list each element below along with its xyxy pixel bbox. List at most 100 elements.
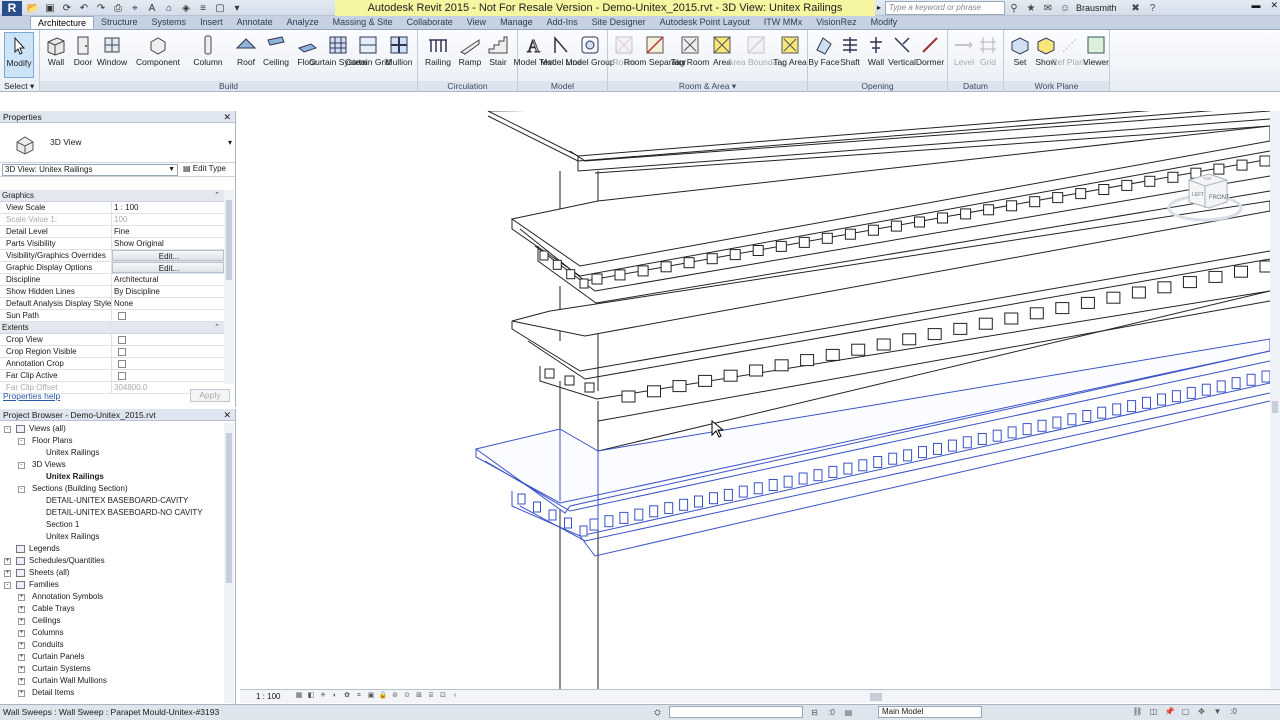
detail-level-icon[interactable]: ▦: [294, 691, 304, 701]
tab-structure[interactable]: Structure: [94, 16, 145, 29]
exchange-icon[interactable]: ✖: [1130, 2, 1142, 14]
edit-type-button[interactable]: ▤ Edit Type: [183, 164, 226, 173]
select-by-face-icon[interactable]: ▢: [1180, 706, 1191, 717]
close-hidden-icon[interactable]: ▢: [213, 2, 227, 15]
tree-item[interactable]: Unitex Railings: [0, 471, 224, 483]
user-icon[interactable]: ☺: [1059, 2, 1071, 14]
tree-item[interactable]: + Ceilings: [0, 615, 224, 627]
expand-icon[interactable]: +: [18, 606, 25, 613]
drag-elements-icon[interactable]: ✥: [1196, 706, 1207, 717]
visual-style-icon[interactable]: ◧: [306, 691, 316, 701]
highlight-displacement-icon[interactable]: ⌸: [426, 691, 436, 701]
floor-button[interactable]: Floor: [291, 32, 323, 78]
design-options-icon[interactable]: ▤: [843, 707, 854, 718]
open-icon[interactable]: 📂: [26, 2, 40, 15]
tree-item[interactable]: - Families: [0, 579, 224, 591]
tab-systems[interactable]: Systems: [145, 16, 194, 29]
reveal-hidden-icon[interactable]: ⊙: [402, 691, 412, 701]
tree-item[interactable]: + Detail Items: [0, 687, 224, 699]
curtain-grid-button[interactable]: Curtain Grid: [345, 32, 391, 78]
properties-scrollbar[interactable]: [224, 190, 234, 384]
properties-help-link[interactable]: Properties help: [3, 391, 60, 401]
tab-itw-mmx[interactable]: ITW MMx: [757, 16, 810, 29]
edit-button[interactable]: Edit...: [112, 250, 224, 261]
undo-icon[interactable]: ↶: [77, 2, 91, 15]
room-area-group-title[interactable]: Room & Area ▾: [608, 81, 807, 91]
filter-icon[interactable]: ▼: [1212, 706, 1223, 717]
checkbox[interactable]: [118, 336, 126, 344]
tree-item[interactable]: + Sheets (all): [0, 567, 224, 579]
viewer-button[interactable]: Viewer: [1080, 32, 1112, 78]
collapse-icon[interactable]: -: [18, 462, 25, 469]
tree-item[interactable]: + Curtain Wall Mullions: [0, 675, 224, 687]
tab-manage[interactable]: Manage: [493, 16, 540, 29]
stair-button[interactable]: Stair: [482, 32, 514, 78]
expand-icon[interactable]: +: [18, 654, 25, 661]
expand-icon[interactable]: +: [4, 570, 11, 577]
curtain-system-button[interactable]: Curtain System: [309, 32, 367, 78]
type-selector[interactable]: 3D View ▾: [0, 123, 235, 163]
tree-item[interactable]: Unitex Railings: [0, 531, 224, 543]
collapse-icon[interactable]: -: [18, 438, 25, 445]
area-button[interactable]: Area: [706, 32, 738, 78]
property-value[interactable]: [112, 310, 224, 321]
roof-button[interactable]: Roof: [230, 32, 262, 78]
lock-view-icon[interactable]: 🔒: [378, 691, 388, 701]
tree-item[interactable]: + Annotation Symbols: [0, 591, 224, 603]
viewcube-left-label[interactable]: LEFT: [1192, 192, 1204, 198]
minimize-icon[interactable]: ▬: [1251, 0, 1260, 10]
tree-item[interactable]: + Curtain Panels: [0, 651, 224, 663]
tree-item[interactable]: Section 1: [0, 519, 224, 531]
property-value[interactable]: None: [112, 298, 224, 309]
property-value[interactable]: [112, 334, 224, 345]
select-pinned-icon[interactable]: 📌: [1164, 706, 1175, 717]
crop-view-icon[interactable]: ⌗: [354, 691, 364, 701]
mullion-button[interactable]: Mullion: [383, 32, 415, 78]
door-button[interactable]: Door: [67, 32, 99, 78]
collapse-icon[interactable]: -: [18, 486, 25, 493]
communication-icon[interactable]: ✉: [1042, 2, 1054, 14]
ceiling-button[interactable]: Ceiling: [260, 32, 292, 78]
binoculars-icon[interactable]: ⚲: [1008, 2, 1020, 14]
text-icon[interactable]: A: [145, 2, 159, 15]
tree-item[interactable]: + Curtain Systems: [0, 663, 224, 675]
apply-button[interactable]: Apply: [190, 389, 230, 402]
railing-button[interactable]: Railing: [422, 32, 454, 78]
help-icon[interactable]: ?: [1147, 2, 1159, 14]
scroll-thumb[interactable]: [226, 433, 232, 583]
viewcube-top-label[interactable]: TOP: [1203, 176, 1211, 181]
measure-icon[interactable]: ⌖: [128, 2, 142, 15]
property-value[interactable]: [112, 370, 224, 381]
expand-icon[interactable]: +: [18, 630, 25, 637]
tab-view[interactable]: View: [460, 16, 493, 29]
tab-architecture[interactable]: Architecture: [30, 16, 95, 29]
grid-button[interactable]: Grid: [972, 32, 1004, 78]
save-icon[interactable]: ▣: [43, 2, 57, 15]
tree-item[interactable]: -3D Views: [0, 459, 224, 471]
expand-icon[interactable]: +: [18, 666, 25, 673]
tree-item[interactable]: DETAIL-UNITEX BASEBOARD-NO CAVITY: [0, 507, 224, 519]
scroll-thumb[interactable]: [226, 200, 232, 280]
tab-massing-site[interactable]: Massing & Site: [326, 16, 400, 29]
sun-path-icon[interactable]: ☀: [318, 691, 328, 701]
user-name[interactable]: Brausmith: [1076, 3, 1117, 13]
section-icon[interactable]: ◈: [179, 2, 193, 15]
application-menu-button[interactable]: R: [2, 1, 22, 16]
checkbox[interactable]: [118, 312, 126, 320]
checkbox[interactable]: [118, 372, 126, 380]
expand-icon[interactable]: +: [18, 642, 25, 649]
browser-scrollbar[interactable]: [224, 423, 234, 703]
window-button[interactable]: Window: [96, 32, 128, 78]
3d-view-canvas[interactable]: FRONT LEFT TOP: [240, 111, 1270, 689]
tab-add-ins[interactable]: Add-Ins: [540, 16, 585, 29]
tab-analyze[interactable]: Analyze: [280, 16, 326, 29]
worksets-icon[interactable]: ⛭: [652, 707, 663, 718]
property-value[interactable]: By Discipline: [112, 286, 224, 297]
property-value[interactable]: 100: [112, 214, 224, 225]
expand-icon[interactable]: +: [4, 558, 11, 565]
active-design-option[interactable]: Main Model: [878, 706, 982, 718]
tab-modify[interactable]: Modify: [864, 16, 905, 29]
property-value[interactable]: [112, 358, 224, 369]
crop-region-icon[interactable]: ▣: [366, 691, 376, 701]
tab-visionrez[interactable]: VisionRez: [809, 16, 863, 29]
